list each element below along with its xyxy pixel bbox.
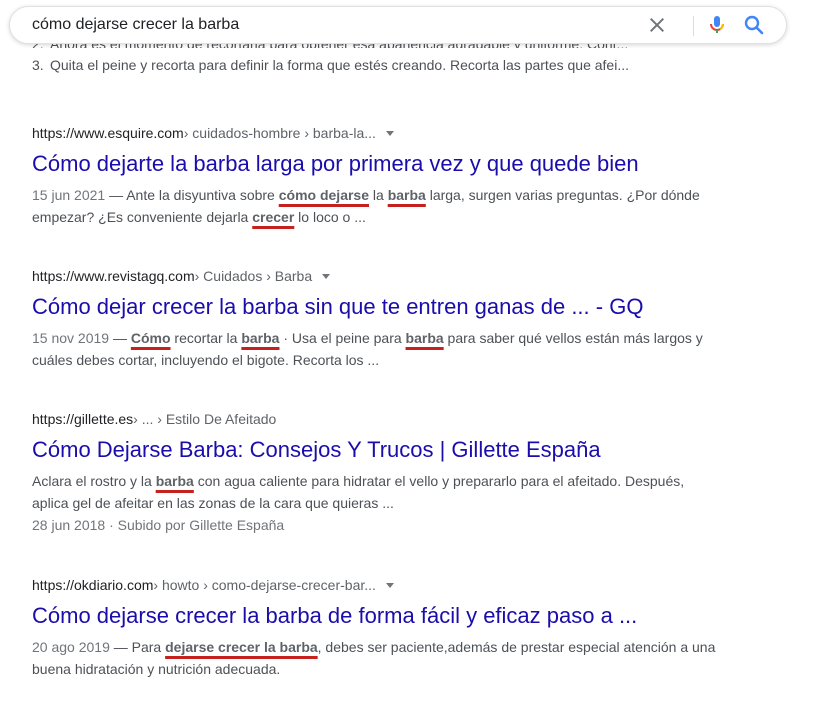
- microphone-icon: [710, 16, 725, 33]
- search-result: https://okdiario.com › howto › como-deja…: [32, 576, 732, 680]
- result-title[interactable]: Cómo Dejarse Barba: Consejos Y Trucos | …: [32, 436, 732, 464]
- highlighted-term: crecer: [252, 209, 295, 225]
- search-box: [9, 6, 787, 44]
- highlighted-term: barba: [405, 330, 444, 346]
- highlighted-term: dejarse crecer la barba: [165, 639, 318, 655]
- search-icon: [744, 15, 764, 35]
- result-url[interactable]: https://www.esquire.com › cuidados-hombr…: [32, 124, 732, 142]
- search-result: https://www.esquire.com › cuidados-hombr…: [32, 124, 732, 228]
- chevron-down-icon[interactable]: [385, 582, 394, 588]
- highlighted-term: barba: [241, 330, 280, 346]
- chevron-down-icon[interactable]: [385, 130, 394, 136]
- search-divider: [693, 16, 694, 36]
- highlighted-term: Cómo: [130, 330, 171, 346]
- result-url[interactable]: https://gillette.es › ... › Estilo De Af…: [32, 410, 732, 428]
- result-title[interactable]: Cómo dejarte la barba larga por primera …: [32, 150, 732, 178]
- clear-button[interactable]: [644, 12, 670, 38]
- result-url[interactable]: https://okdiario.com › howto › como-deja…: [32, 576, 732, 594]
- highlighted-term: barba: [155, 473, 194, 489]
- search-input[interactable]: [32, 7, 632, 43]
- result-title[interactable]: Cómo dejarse crecer la barba de forma fá…: [32, 602, 732, 630]
- search-results-page: 2. Ahora es el momento de recortarla para…: [0, 0, 825, 711]
- close-icon: [650, 18, 664, 32]
- snippet-line: 3. Quita el peine y recorta para definir …: [32, 57, 629, 73]
- search-result: https://www.revistagq.com › Cuidados › B…: [32, 267, 732, 371]
- search-result: https://gillette.es › ... › Estilo De Af…: [32, 410, 732, 536]
- result-snippet: 15 nov 2019 — Cómo recortar la barba · U…: [32, 330, 703, 368]
- search-button[interactable]: [741, 12, 767, 38]
- result-meta: 28 jun 2018 · Subido por Gillette España: [32, 517, 285, 533]
- previous-result-snippet: 2. Ahora es el momento de recortarla para…: [32, 40, 722, 76]
- highlighted-term: cómo dejarse: [278, 187, 369, 203]
- result-url[interactable]: https://www.revistagq.com › Cuidados › B…: [32, 267, 732, 285]
- highlighted-term: barba: [387, 187, 426, 203]
- result-snippet: Aclara el rostro y la barba con agua cal…: [32, 473, 685, 511]
- result-snippet: 15 jun 2021 — Ante la disyuntiva sobre c…: [32, 187, 700, 225]
- chevron-down-icon[interactable]: [322, 273, 331, 279]
- voice-search-button[interactable]: [704, 12, 730, 38]
- result-snippet: 20 ago 2019 — Para dejarse crecer la bar…: [32, 639, 716, 677]
- result-title[interactable]: Cómo dejar crecer la barba sin que te en…: [32, 293, 732, 321]
